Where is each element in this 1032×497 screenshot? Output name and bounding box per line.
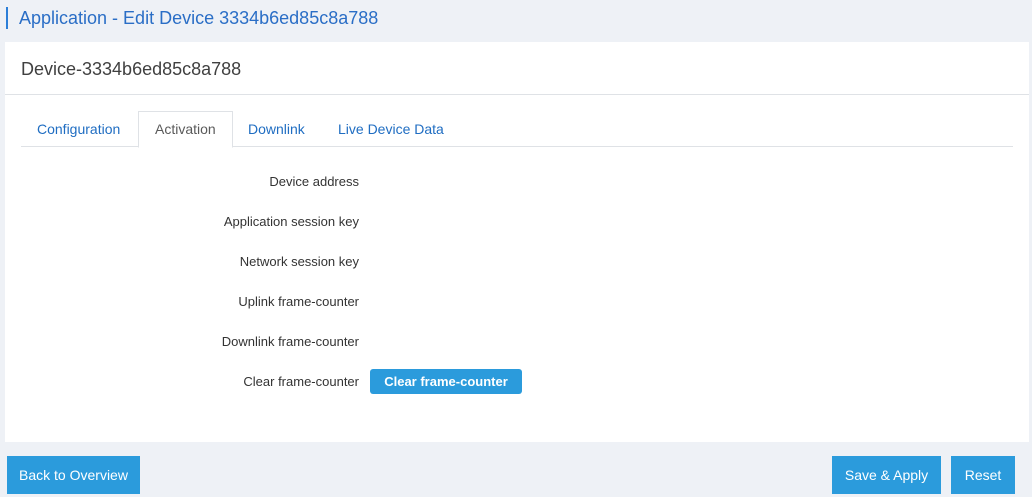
form-row-downlink-counter: Downlink frame-counter: [5, 330, 1029, 354]
page-header: Application - Edit Device 3334b6ed85c8a7…: [0, 0, 1032, 38]
device-panel: Device-3334b6ed85c8a788 Configuration Ac…: [5, 42, 1029, 442]
panel-divider: [5, 94, 1029, 95]
app-session-key-label: Application session key: [223, 214, 359, 229]
save-apply-button[interactable]: Save & Apply: [832, 456, 941, 494]
tab-activation[interactable]: Activation: [138, 111, 233, 148]
header-accent-bar: [6, 7, 8, 29]
clear-frame-counter-button[interactable]: Clear frame-counter: [370, 369, 522, 394]
uplink-counter-label: Uplink frame-counter: [238, 294, 359, 309]
form-row-uplink-counter: Uplink frame-counter: [5, 290, 1029, 314]
form-row-clear-counter: Clear frame-counter Clear frame-counter: [5, 369, 1029, 394]
tab-live-device-data[interactable]: Live Device Data: [322, 111, 460, 147]
form-row-device-address: Device address: [5, 170, 1029, 194]
downlink-counter-label: Downlink frame-counter: [221, 334, 359, 349]
network-session-key-label: Network session key: [239, 254, 359, 269]
form-row-network-session-key: Network session key: [5, 250, 1029, 274]
tab-configuration[interactable]: Configuration: [21, 111, 136, 147]
reset-button[interactable]: Reset: [951, 456, 1015, 494]
device-title: Device-3334b6ed85c8a788: [21, 59, 242, 79]
device-address-label: Device address: [269, 174, 359, 189]
clear-counter-label: Clear frame-counter: [243, 374, 359, 389]
tab-bar: Configuration Activation Downlink Live D…: [21, 111, 1013, 148]
tab-downlink[interactable]: Downlink: [232, 111, 321, 147]
back-to-overview-button[interactable]: Back to Overview: [7, 456, 140, 494]
page-title: Application - Edit Device 3334b6ed85c8a7…: [19, 8, 379, 28]
form-row-app-session-key: Application session key: [5, 210, 1029, 234]
